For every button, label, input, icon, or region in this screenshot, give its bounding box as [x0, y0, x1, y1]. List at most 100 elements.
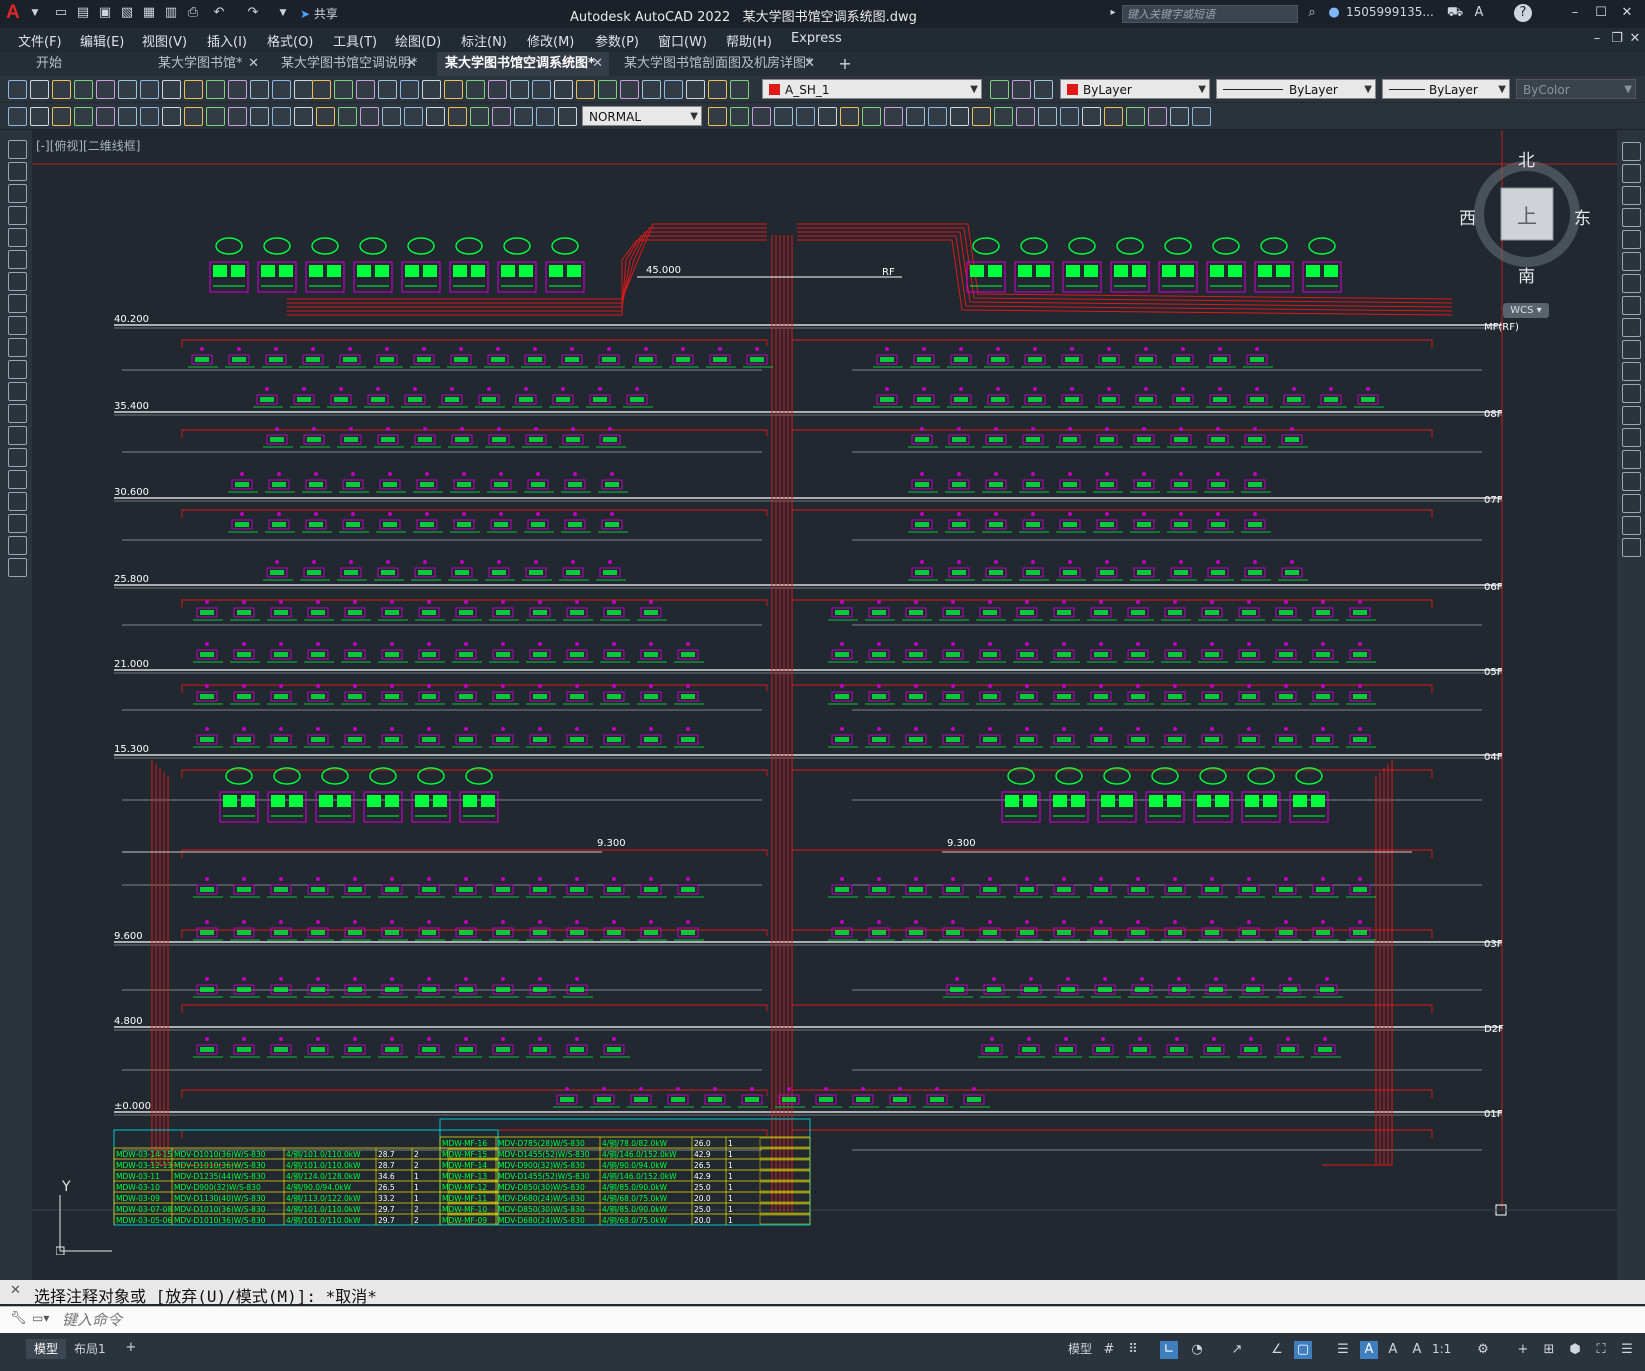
- draw-tool-icon[interactable]: [8, 140, 27, 159]
- modify-tool-icon[interactable]: [1622, 274, 1641, 293]
- compass-west[interactable]: 西: [1459, 204, 1476, 229]
- minimize-icon[interactable]: –: [1566, 4, 1584, 22]
- autodesk-app-icon[interactable]: A: [1470, 4, 1488, 22]
- draw-tool-icon[interactable]: [8, 404, 27, 423]
- undo-icon[interactable]: ↶: [210, 4, 228, 22]
- tab-library[interactable]: 某大学图书馆* ✕: [150, 52, 265, 76]
- draw-tool-icon[interactable]: [8, 382, 27, 401]
- dimstyle-dropdown[interactable]: NORMAL ▼: [582, 106, 702, 126]
- toolbar-tool-icon[interactable]: [30, 80, 49, 99]
- modify-tool-icon[interactable]: [1622, 230, 1641, 249]
- toolbar-tool-icon[interactable]: [774, 107, 793, 126]
- toolbar-tool-icon[interactable]: [906, 107, 925, 126]
- toolbar-tool-icon[interactable]: [620, 80, 639, 99]
- modify-tool-icon[interactable]: [1622, 384, 1641, 403]
- close-cmdline-icon[interactable]: ✕: [10, 1283, 21, 1298]
- toolbar-tool-icon[interactable]: [448, 107, 467, 126]
- draw-tool-icon[interactable]: [8, 360, 27, 379]
- toolbar-tool-icon[interactable]: [664, 80, 683, 99]
- toolbar-tool-icon[interactable]: [8, 80, 27, 99]
- annotation-scale-value[interactable]: 1:1: [1432, 1339, 1451, 1359]
- recent-commands-icon[interactable]: ▭▾: [32, 1311, 49, 1325]
- toolbar-tool-icon[interactable]: [444, 80, 463, 99]
- grid-icon[interactable]: #: [1100, 1341, 1118, 1359]
- menu-help[interactable]: 帮助(H): [726, 31, 772, 50]
- menu-parametric[interactable]: 参数(P): [595, 31, 639, 50]
- modify-tool-icon[interactable]: [1622, 296, 1641, 315]
- doc-restore-icon[interactable]: ❐: [1608, 30, 1626, 48]
- isolate-objects-icon[interactable]: ⬢: [1566, 1341, 1584, 1359]
- modify-tool-icon[interactable]: [1622, 362, 1641, 381]
- annotation-scale-icon[interactable]: A: [1408, 1341, 1426, 1359]
- draw-tool-icon[interactable]: [8, 228, 27, 247]
- toolbar-tool-icon[interactable]: [642, 80, 661, 99]
- new-tab-plus-icon[interactable]: +: [836, 55, 854, 73]
- menu-edit[interactable]: 编辑(E): [80, 31, 124, 50]
- draw-tool-icon[interactable]: [8, 250, 27, 269]
- menu-express[interactable]: Express: [791, 31, 842, 46]
- draw-tool-icon[interactable]: [8, 316, 27, 335]
- command-line[interactable]: 🔧︎ ▭▾: [0, 1306, 1645, 1333]
- menu-format[interactable]: 格式(O): [267, 31, 313, 50]
- modify-tool-icon[interactable]: [1622, 538, 1641, 557]
- toolbar-tool-icon[interactable]: [140, 80, 159, 99]
- share-button[interactable]: ➤ 共享: [300, 5, 338, 23]
- draw-tool-icon[interactable]: [8, 448, 27, 467]
- toolbar-tool-icon[interactable]: [96, 80, 115, 99]
- toolbar-tool-icon[interactable]: [492, 107, 511, 126]
- toolbar-tool-icon[interactable]: [272, 80, 291, 99]
- toolbar-tool-icon[interactable]: [184, 80, 203, 99]
- polar-icon[interactable]: ◔: [1188, 1341, 1206, 1359]
- toolbar-tool-icon[interactable]: [990, 80, 1009, 99]
- toolbar-tool-icon[interactable]: [862, 107, 881, 126]
- toolbar-tool-icon[interactable]: [422, 80, 441, 99]
- toolbar-tool-icon[interactable]: [994, 107, 1013, 126]
- toolbar-tool-icon[interactable]: [378, 80, 397, 99]
- drawing-canvas[interactable]: 40.200 MF(RF) 35.400 08F 30.600 07F 25.800 06F 2…: [32, 130, 1617, 1280]
- toolbar-tool-icon[interactable]: [1126, 107, 1145, 126]
- menu-modify[interactable]: 修改(M): [527, 31, 574, 50]
- draw-tool-icon[interactable]: [8, 514, 27, 533]
- modify-tool-icon[interactable]: [1622, 252, 1641, 271]
- toolbar-tool-icon[interactable]: [928, 107, 947, 126]
- toolbar-tool-icon[interactable]: [272, 107, 291, 126]
- plot-icon[interactable]: ⎙: [184, 4, 202, 22]
- toolbar-tool-icon[interactable]: [466, 80, 485, 99]
- toolbar-tool-icon[interactable]: [730, 107, 749, 126]
- toolbar-tool-icon[interactable]: [514, 107, 533, 126]
- toolbar-tool-icon[interactable]: [74, 80, 93, 99]
- modify-tool-icon[interactable]: [1622, 142, 1641, 161]
- toolbar-tool-icon[interactable]: [250, 107, 269, 126]
- toolbar-tool-icon[interactable]: [250, 80, 269, 99]
- help-search-input[interactable]: 键入关键字或短语: [1122, 5, 1298, 23]
- open-file-icon[interactable]: ▤: [74, 4, 92, 22]
- toolbar-tool-icon[interactable]: [796, 107, 815, 126]
- toolbar-tool-icon[interactable]: [1192, 107, 1211, 126]
- viewcube-top-face[interactable]: 上: [1517, 200, 1537, 229]
- annotation-monitor-plus-icon[interactable]: +: [1514, 1341, 1532, 1359]
- object-snap-icon[interactable]: ▢: [1294, 1341, 1312, 1359]
- help-icon[interactable]: ?: [1514, 4, 1532, 22]
- toolbar-tool-icon[interactable]: [708, 107, 727, 126]
- osnap-angle-icon[interactable]: ∠: [1268, 1341, 1286, 1359]
- toolbar-tool-icon[interactable]: [840, 107, 859, 126]
- modify-tool-icon[interactable]: [1622, 318, 1641, 337]
- toolbar-tool-icon[interactable]: [162, 107, 181, 126]
- workspace-gear-icon[interactable]: ⚙: [1474, 1341, 1492, 1359]
- toolbar-tool-icon[interactable]: [1012, 80, 1031, 99]
- toolbar-tool-icon[interactable]: [118, 107, 137, 126]
- tab-section-detail[interactable]: 某大学图书馆剖面图及机房详图* ✕: [616, 52, 821, 76]
- new-file-icon[interactable]: ▭: [52, 4, 70, 22]
- toolbar-tool-icon[interactable]: [510, 80, 529, 99]
- draw-tool-icon[interactable]: [8, 294, 27, 313]
- redo-icon[interactable]: ↷: [244, 4, 262, 22]
- tab-ac-system[interactable]: 某大学图书馆空调系统图* ✕: [437, 52, 609, 76]
- color-dropdown[interactable]: ByLayer ▼: [1060, 79, 1210, 99]
- toolbar-tool-icon[interactable]: [400, 80, 419, 99]
- toolbar-tool-icon[interactable]: [206, 80, 225, 99]
- autocad-logo-icon[interactable]: A: [6, 2, 20, 24]
- modify-tool-icon[interactable]: [1622, 164, 1641, 183]
- tab-ac-notes[interactable]: 某大学图书馆空调说明* ✕: [273, 52, 423, 76]
- toolbar-tool-icon[interactable]: [1034, 80, 1053, 99]
- menu-window[interactable]: 窗口(W): [658, 31, 707, 50]
